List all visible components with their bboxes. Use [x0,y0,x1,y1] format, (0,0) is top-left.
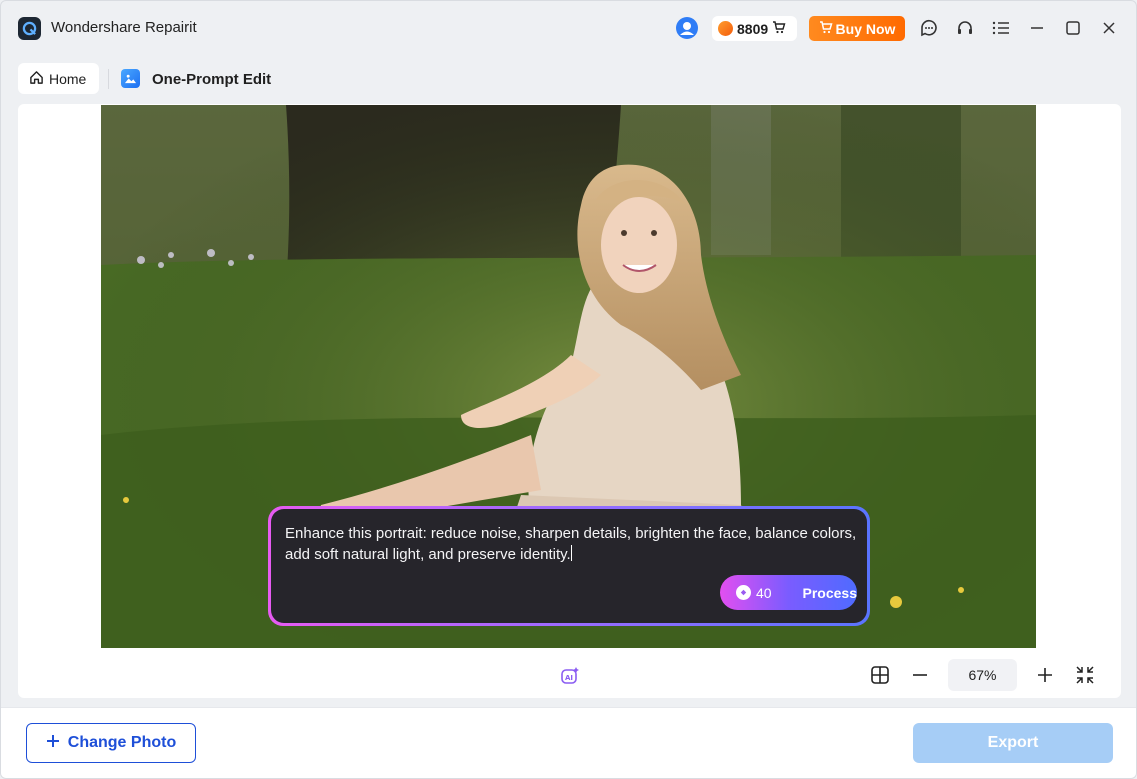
maximize-icon[interactable] [1061,16,1085,40]
chat-icon[interactable] [917,16,941,40]
app-title: Wondershare Repairit [51,19,197,36]
minimize-icon[interactable] [1025,16,1049,40]
cart-icon [819,20,833,37]
process-button[interactable]: 40 Process [720,575,857,610]
breadcrumb-divider [108,69,109,89]
credit-icon [736,585,751,600]
zoom-level[interactable]: 67% [948,659,1017,691]
process-cost-value: 40 [756,584,772,601]
prompt-input[interactable]: Enhance this portrait: reduce noise, sha… [285,523,865,565]
compare-view-icon[interactable] [870,665,890,685]
title-bar: Wondershare Repairit 8809 Buy Now [1,1,1136,55]
ai-sparkle-icon[interactable]: AI [560,666,580,686]
svg-text:AI: AI [565,674,573,682]
home-label: Home [49,70,87,87]
export-button[interactable]: Export [913,723,1113,763]
buy-now-label: Buy Now [835,20,896,37]
buy-now-button[interactable]: Buy Now [809,16,905,41]
cart-icon [772,20,786,37]
plus-icon [46,734,60,753]
fit-screen-icon[interactable] [1075,665,1095,685]
text-caret [570,545,572,561]
credits-badge[interactable]: 8809 [712,16,797,41]
close-icon[interactable] [1097,16,1121,40]
user-avatar-icon[interactable] [675,16,699,40]
home-button[interactable]: Home [18,63,99,94]
change-photo-label: Change Photo [67,734,177,751]
process-label: Process [802,584,857,601]
menu-icon[interactable] [989,16,1013,40]
image-icon [121,69,140,88]
repairit-logo-icon [18,17,41,40]
home-icon [29,70,44,88]
process-cost: 40 [736,585,787,601]
change-photo-button[interactable]: Change Photo [26,723,196,763]
coin-icon [718,21,733,36]
headset-icon[interactable] [953,16,977,40]
app-window: Wondershare Repairit 8809 Buy Now Home O… [0,0,1137,779]
credits-count: 8809 [737,20,769,37]
zoom-in-icon[interactable] [1035,665,1055,685]
export-label: Export [987,734,1039,751]
zoom-out-icon[interactable] [910,665,930,685]
page-title: One-Prompt Edit [152,71,272,88]
